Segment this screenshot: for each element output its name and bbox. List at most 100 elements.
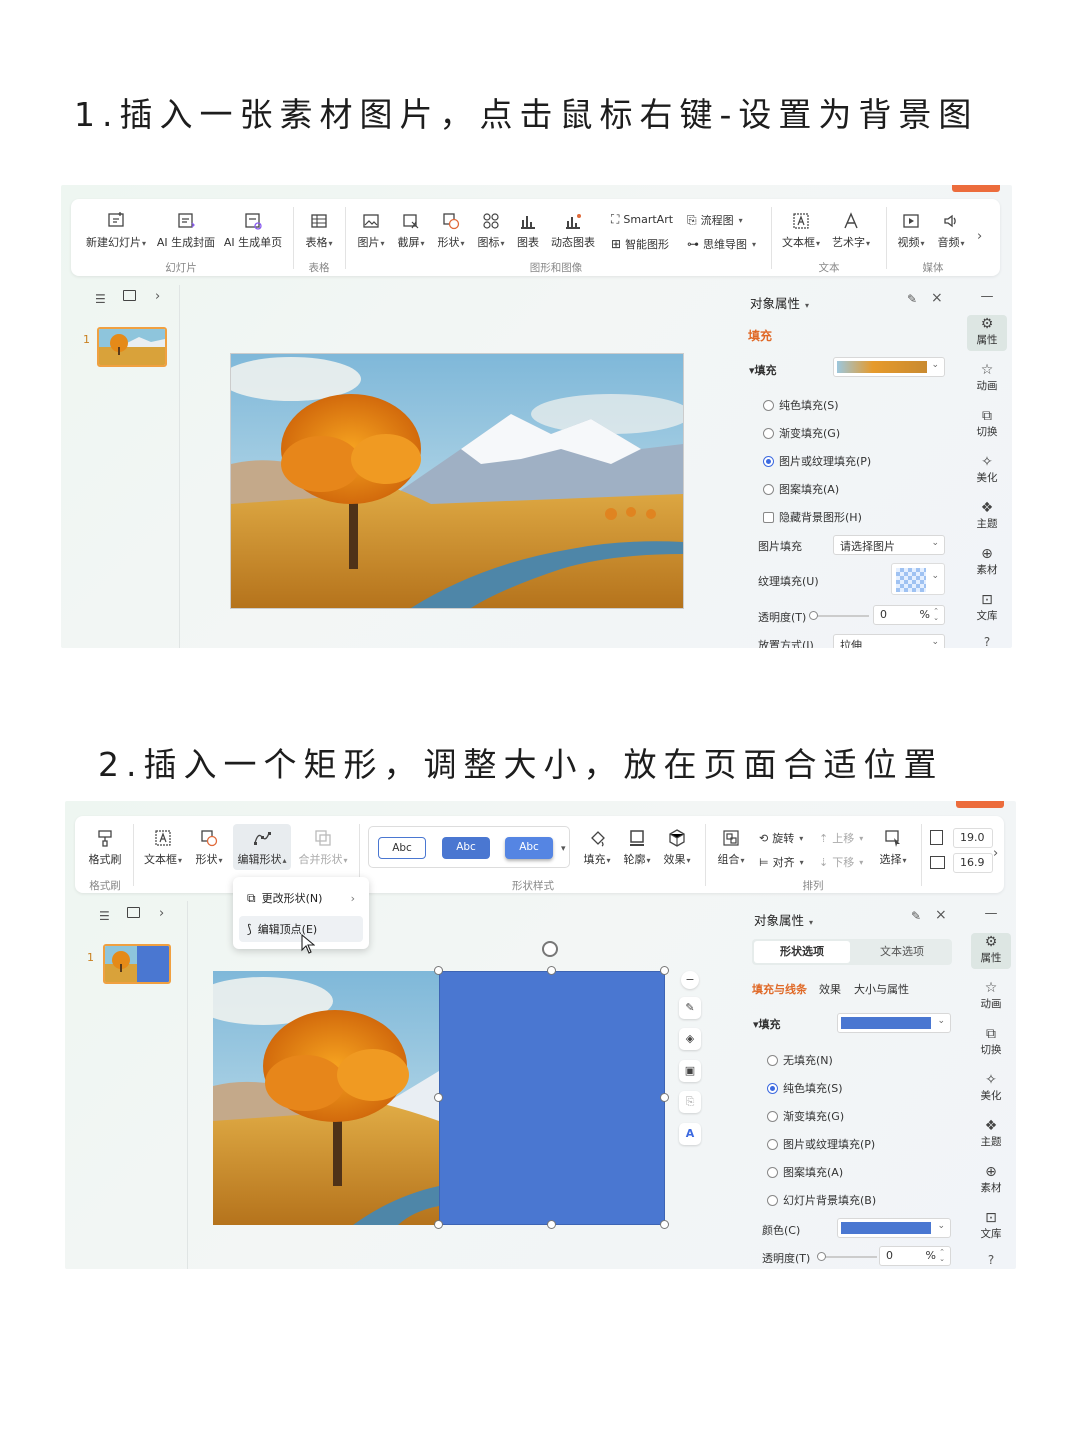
share-button[interactable] [952,185,1000,192]
outline-view-icon[interactable]: ☰ [95,292,106,306]
radio-solid-fill[interactable]: 纯色填充(S) [767,1080,843,1096]
slider-knob[interactable] [817,1252,826,1261]
texture-swatch-dropdown[interactable]: ⌄ [891,563,945,595]
help-icon[interactable]: ? [971,1253,1011,1267]
share-button[interactable] [956,801,1004,808]
transparency-input[interactable]: 0% ⌃ ⌄ [873,605,945,625]
resize-handle[interactable] [660,966,669,975]
style-sample-outline[interactable]: Abc [378,837,426,859]
resize-handle[interactable] [660,1220,669,1229]
style-sample-filled[interactable]: Abc [442,837,490,859]
slide-thumbnail[interactable] [103,944,171,984]
smartart-button[interactable]: ⛶ SmartArt [611,212,673,227]
radio-gradient-fill[interactable]: 渐变填充(G) [763,425,840,441]
subtab-effects[interactable]: 效果 [819,981,841,997]
sidebar-item-transition[interactable]: ⧉ 切换 [967,409,1007,439]
smart-shape-button[interactable]: ⊞ 智能图形 [611,236,669,252]
help-icon[interactable]: ? [967,635,1007,648]
video-button[interactable]: 视频▾ [893,211,929,250]
fill-quick-icon[interactable]: ◈ [679,1028,701,1050]
tab-fill[interactable]: 填充 [748,327,772,344]
shape-button[interactable]: 形状▾ [433,211,469,250]
sidebar-item-theme[interactable]: ❖ 主题 [967,501,1007,531]
group-button[interactable]: 组合▾ [713,828,749,867]
style-gallery-more-icon[interactable]: ▾ [561,844,566,854]
picture-fill-dropdown[interactable]: 请选择图片 ⌄ [833,535,945,555]
wordart-button[interactable]: 艺术字▾ [829,211,873,250]
mindmap-button[interactable]: ⊶ 思维导图 ▾ [687,236,756,252]
slide-view-icon[interactable] [127,907,140,918]
height-input[interactable]: 16.9 [953,853,993,873]
radio-gradient-fill[interactable]: 渐变填充(G) [767,1108,844,1124]
outline-view-icon[interactable]: ☰ [99,909,110,923]
sidebar-minimize-icon[interactable]: — [967,289,1007,304]
fill-preview-dropdown[interactable]: ⌄ [833,357,945,377]
sidebar-item-transition[interactable]: ⧉ 切换 [971,1027,1011,1057]
sidebar-item-animation[interactable]: ☆ 动画 [967,363,1007,393]
color-dropdown[interactable]: ⌄ [837,1218,951,1238]
sidebar-item-beautify[interactable]: ✧ 美化 [967,455,1007,485]
fill-button[interactable]: 填充▾ [579,828,615,867]
dynamic-chart-button[interactable]: 动态图表 [548,211,598,250]
align-button[interactable]: ⊨ 对齐 ▾ [759,854,804,870]
slide-thumbnail[interactable] [97,327,167,367]
fill-color-dropdown[interactable]: ⌄ [837,1013,951,1033]
flowchart-button[interactable]: ⎘ 流程图 ▾ [687,212,743,228]
radio-pattern-fill[interactable]: 图案填充(A) [763,481,839,497]
screenshot-button[interactable]: 截屏▾ [393,211,429,250]
outline-quick-icon[interactable]: ▣ [679,1060,701,1082]
transparency-slider[interactable] [817,1252,877,1261]
send-backward-button[interactable]: ⇣ 下移 ▾ [819,854,863,870]
sidebar-item-theme[interactable]: ❖ 主题 [971,1119,1011,1149]
slide-view-icon[interactable] [123,290,136,301]
slide-canvas[interactable] [231,354,683,608]
shape-style-quick-icon[interactable]: ✎ [679,997,701,1019]
resize-handle[interactable] [434,966,443,975]
resize-handle[interactable] [434,1220,443,1229]
radio-picture-fill[interactable]: 图片或纹理填充(P) [767,1136,875,1152]
transparency-input[interactable]: 0% ⌃ ⌄ [879,1246,951,1266]
audio-button[interactable]: 音频▾ [933,211,969,250]
slider-knob[interactable] [809,611,818,620]
select-button[interactable]: 选择▾ [875,828,911,867]
radio-pattern-fill[interactable]: 图案填充(A) [767,1164,843,1180]
bring-forward-button[interactable]: ⇡ 上移 ▾ [819,830,863,846]
placement-dropdown[interactable]: 拉伸 ⌄ [833,634,945,648]
fill-section-header[interactable]: ▾填充 [749,362,777,378]
sidebar-item-animation[interactable]: ☆ 动画 [971,981,1011,1011]
sidebar-item-properties[interactable]: ⚙ 属性 [967,315,1007,351]
blue-rectangle-shape[interactable] [439,971,665,1225]
sidebar-item-library[interactable]: ⊡ 文库 [971,1211,1011,1241]
collapse-toolbar-icon[interactable]: − [681,971,699,989]
sidebar-minimize-icon[interactable]: — [971,906,1011,921]
close-icon[interactable]: × [935,907,947,923]
rotate-handle-icon[interactable] [542,941,558,957]
sidebar-item-assets[interactable]: ⊕ 素材 [971,1165,1011,1195]
picture-button[interactable]: 图片▾ [353,211,389,250]
format-painter-button[interactable]: 格式刷 [83,828,127,867]
merge-shape-button[interactable]: 合并形状▾ [295,828,351,867]
new-slide-button[interactable]: 新建幻灯片▾ [83,211,149,250]
resize-handle[interactable] [547,1220,556,1229]
resize-handle[interactable] [434,1093,443,1102]
hide-background-checkbox[interactable]: 隐藏背景图形(H) [763,509,862,525]
radio-solid-fill[interactable]: 纯色填充(S) [763,397,839,413]
sidebar-item-beautify[interactable]: ✧ 美化 [971,1073,1011,1103]
effects-button[interactable]: 效果▾ [659,828,695,867]
ai-quick-icon[interactable]: A [679,1123,701,1145]
style-sample-shadow[interactable]: Abc [505,837,553,859]
edit-shape-button[interactable]: 编辑形状▴ [233,824,291,870]
ai-cover-button[interactable]: AI 生成封面 [155,211,217,250]
transparency-slider[interactable] [809,611,869,620]
sidebar-item-properties[interactable]: ⚙ 属性 [971,933,1011,969]
textbox-button[interactable]: 文本框▾ [141,828,185,867]
radio-no-fill[interactable]: 无填充(N) [767,1052,833,1068]
panel-title[interactable]: 对象属性 ▾ [754,910,813,929]
collapse-pane-icon[interactable]: › [159,906,164,921]
resize-handle[interactable] [660,1093,669,1102]
menu-item-change-shape[interactable]: ⧉ 更改形状(N) › [239,885,363,911]
ai-page-button[interactable]: AI 生成单页 [222,211,284,250]
table-button[interactable]: 表格▾ [299,211,339,250]
fill-section-header[interactable]: ▾填充 [753,1016,781,1032]
radio-picture-fill[interactable]: 图片或纹理填充(P) [763,453,871,469]
